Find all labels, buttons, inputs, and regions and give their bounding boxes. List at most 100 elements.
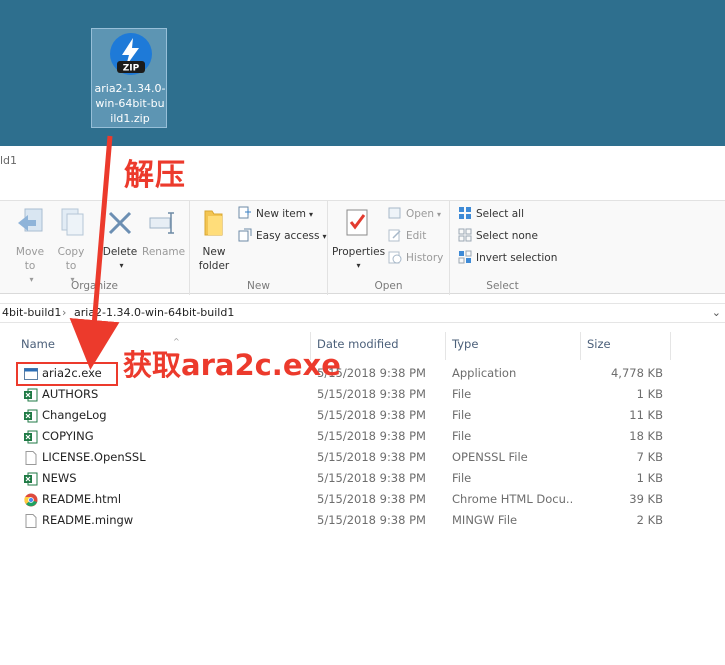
file-row[interactable]: aria2c.exe 5/15/2018 9:38 PM Application 4,… — [0, 363, 725, 384]
file-name-label: README.html — [42, 492, 122, 506]
easy-access-button[interactable]: Easy access ▾ — [238, 227, 327, 245]
move-to-button[interactable]: Move to ▾ — [10, 207, 50, 287]
column-header-type[interactable]: Type — [446, 332, 581, 360]
history-icon — [388, 250, 402, 264]
file-name: COPYING — [22, 426, 292, 447]
column-header-size-label: Size — [587, 337, 611, 351]
file-name-label: LICENSE.OpenSSL — [42, 450, 146, 464]
select-none-label: Select none — [476, 230, 538, 242]
column-header-type-label: Type — [452, 337, 479, 351]
rename-button[interactable]: Rename — [142, 207, 186, 259]
delete-label: Delete — [102, 246, 138, 258]
delete-dropdown-icon: ▾ — [119, 261, 124, 270]
ribbon-group-select: Select all Select none Invert selection … — [450, 201, 557, 295]
file-date: 5/15/2018 9:38 PM — [317, 366, 426, 380]
file-type: File — [452, 471, 472, 485]
invert-selection-button[interactable]: Invert selection — [458, 249, 557, 267]
file-type: OPENSSL File — [452, 450, 528, 464]
file-date: 5/15/2018 9:38 PM — [317, 513, 426, 527]
copy-to-button[interactable]: Copy to ▾ — [52, 207, 90, 287]
file-type: Application — [452, 366, 517, 380]
column-header-size[interactable]: Size — [581, 332, 671, 360]
edit-icon — [388, 228, 402, 242]
file-name: AUTHORS — [22, 384, 292, 405]
file-name: ChangeLog — [22, 405, 292, 426]
file-name: aria2c.exe — [22, 363, 292, 384]
address-bar[interactable]: 4bit-build1 › aria2-1.34.0-win-64bit-bui… — [0, 303, 725, 323]
rename-label: Rename — [142, 246, 186, 258]
new-item-label: New item — [256, 208, 306, 220]
copy-to-label: Copy to — [57, 246, 85, 272]
file-row[interactable]: README.html 5/15/2018 9:38 PM Chrome HTML … — [0, 489, 725, 510]
delete-button[interactable]: Delete ▾ — [98, 207, 142, 273]
file-name: LICENSE.OpenSSL — [22, 447, 292, 468]
file-date: 5/15/2018 9:38 PM — [317, 471, 426, 485]
copy-to-icon — [61, 208, 84, 236]
select-all-button[interactable]: Select all — [458, 205, 524, 223]
properties-label: Properties — [332, 246, 386, 258]
ribbon-group-organize: Move to ▾ Copy to ▾ Delete ▾ Rename Orga… — [0, 201, 190, 295]
desktop-zip-file[interactable]: ZIP aria2-1.34.0-win-64bit-build1.zip — [91, 28, 167, 128]
select-group-label: Select — [486, 280, 519, 292]
column-headers: ^ Name Date modified Type Size — [0, 332, 725, 360]
zip-archive-icon: ZIP — [110, 33, 152, 75]
new-folder-button[interactable]: New folder — [196, 207, 232, 273]
breadcrumb-parent[interactable]: 4bit-build1 — [2, 304, 61, 322]
open-button[interactable]: Open ▾ — [388, 205, 441, 223]
file-row[interactable]: README.mingw 5/15/2018 9:38 PM MINGW File 2… — [0, 510, 725, 531]
file-size: 1 KB — [636, 471, 663, 485]
file-date: 5/15/2018 9:38 PM — [317, 450, 426, 464]
new-item-button[interactable]: New item ▾ — [238, 205, 313, 223]
breadcrumb-current[interactable]: aria2-1.34.0-win-64bit-build1 — [74, 304, 234, 322]
file-row[interactable]: LICENSE.OpenSSL 5/15/2018 9:38 PM OPENSSL … — [0, 447, 725, 468]
file-name: README.mingw — [22, 510, 292, 531]
move-to-label: Move to — [15, 246, 45, 272]
new-item-icon — [238, 206, 252, 220]
ribbon: Move to ▾ Copy to ▾ Delete ▾ Rename Orga… — [0, 200, 725, 295]
easy-access-dropdown-icon: ▾ — [322, 232, 327, 241]
file-size: 4,778 KB — [610, 366, 663, 380]
file-size: 2 KB — [636, 513, 663, 527]
new-group-label: New — [247, 280, 270, 292]
file-size: 1 KB — [636, 387, 663, 401]
file-size: 11 KB — [629, 408, 663, 422]
file-size: 7 KB — [636, 450, 663, 464]
address-history-chevron-icon[interactable]: ⌄ — [712, 304, 721, 322]
file-name-label: NEWS — [42, 471, 77, 485]
sort-ascending-icon: ^ — [173, 337, 180, 346]
select-none-button[interactable]: Select none — [458, 227, 538, 245]
desktop-background: ZIP aria2-1.34.0-win-64bit-build1.zip — [0, 0, 725, 146]
history-label: History — [406, 252, 444, 264]
file-type: File — [452, 408, 472, 422]
open-group-label: Open — [374, 280, 403, 292]
organize-group-label: Organize — [70, 280, 119, 292]
edit-label: Edit — [406, 230, 427, 242]
ribbon-group-open: Properties ▾ Open ▾ Edit History Open — [328, 201, 450, 295]
edit-button[interactable]: Edit — [388, 227, 426, 245]
column-header-date[interactable]: Date modified — [311, 332, 446, 360]
file-name-label: AUTHORS — [42, 387, 99, 401]
history-button[interactable]: History — [388, 249, 443, 267]
invert-selection-icon — [458, 250, 472, 264]
select-all-icon — [458, 206, 472, 220]
file-type: Chrome HTML Docu... — [452, 492, 572, 506]
file-type: File — [452, 387, 472, 401]
column-header-name[interactable]: ^ Name — [15, 332, 311, 360]
breadcrumb-separator-icon[interactable]: › — [62, 304, 66, 322]
file-name: NEWS — [22, 468, 292, 489]
file-row[interactable]: COPYING 5/15/2018 9:38 PM File 18 KB — [0, 426, 725, 447]
properties-button[interactable]: Properties ▾ — [332, 207, 386, 273]
easy-access-icon — [238, 228, 252, 242]
open-dropdown-icon: ▾ — [437, 210, 442, 219]
file-name-label: COPYING — [42, 429, 94, 443]
file-date: 5/15/2018 9:38 PM — [317, 408, 426, 422]
select-all-label: Select all — [476, 208, 524, 220]
file-row[interactable]: AUTHORS 5/15/2018 9:38 PM File 1 KB — [0, 384, 725, 405]
delete-x-icon — [108, 211, 132, 235]
file-row[interactable]: ChangeLog 5/15/2018 9:38 PM File 11 KB — [0, 405, 725, 426]
zip-file-label: aria2-1.34.0-win-64bit-build1.zip — [94, 82, 166, 125]
easy-access-label: Easy access — [256, 230, 320, 242]
file-row[interactable]: NEWS 5/15/2018 9:38 PM File 1 KB — [0, 468, 725, 489]
file-size: 18 KB — [629, 429, 663, 443]
open-label: Open — [406, 208, 435, 220]
